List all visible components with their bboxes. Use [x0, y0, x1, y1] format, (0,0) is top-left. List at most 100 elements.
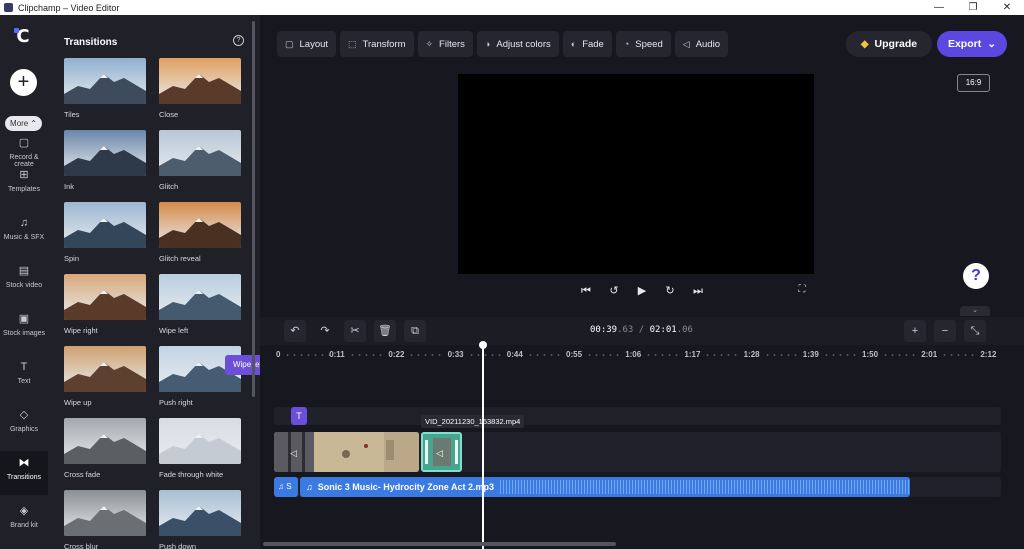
editor-main: ▢ Layout ⬚ Transform ✧ Filters ◑ Adjust colors ◐…: [260, 15, 1024, 549]
music-note-icon: ♫: [278, 482, 284, 491]
transition-spin[interactable]: Spin: [64, 202, 146, 263]
upgrade-button[interactable]: ◆ Upgrade: [846, 31, 932, 57]
transition-cross-fade[interactable]: Cross fade: [64, 418, 146, 479]
mountain-graphic: [159, 434, 241, 464]
speed-button[interactable]: ◔ Speed: [615, 31, 671, 57]
fit-timeline-icon[interactable]: ⤡: [964, 320, 986, 342]
transition-label: Glitch: [159, 182, 179, 191]
layout-button[interactable]: ▢ Layout: [277, 31, 337, 57]
more-toggle[interactable]: More ⌃: [5, 116, 42, 131]
svg-text:◁: ◁: [436, 449, 443, 459]
total-time-frac: .06: [676, 325, 693, 335]
transition-label: Wipe right: [64, 326, 98, 335]
undo-icon[interactable]: ↶: [284, 320, 306, 342]
current-time-frac: .63: [617, 325, 634, 335]
transition-glitch-reveal[interactable]: Glitch reveal: [159, 202, 241, 263]
forward-5-icon[interactable]: ↻: [662, 283, 678, 299]
video-clip-2[interactable]: ◁: [421, 432, 462, 472]
playhead[interactable]: [479, 341, 487, 549]
rail-item-transitions[interactable]: ⧓ Transitions: [0, 451, 48, 495]
audio-clip-short[interactable]: ♫ S: [274, 477, 298, 497]
transition-cross-blur[interactable]: Cross blur: [64, 490, 146, 549]
video-preview[interactable]: [458, 74, 814, 274]
transform-button[interactable]: ⬚ Transform: [340, 31, 414, 57]
help-bubble[interactable]: ?: [963, 263, 989, 289]
close-button[interactable]: ✕: [990, 0, 1024, 15]
duplicate-icon[interactable]: ⧉: [404, 320, 426, 342]
panel-title: Transitions: [64, 37, 118, 48]
adjust-colors-button[interactable]: ◑ Adjust colors: [476, 31, 559, 57]
ruler-tick-label: 1:39: [802, 350, 819, 359]
app-icon: [4, 3, 13, 12]
redo-icon[interactable]: ↷: [314, 320, 336, 342]
fullscreen-icon[interactable]: ⛶: [795, 283, 809, 297]
ruler-tick-label: 2:12: [980, 350, 997, 359]
templates-icon: ⊞: [19, 169, 29, 181]
transition-label: Glitch reveal: [159, 254, 201, 263]
audio-waveform: [500, 480, 910, 494]
rail-item-label: Music & SFX: [3, 234, 45, 241]
transition-wipe-left[interactable]: Wipe left: [159, 274, 241, 335]
audio-button[interactable]: ◁ Audio: [674, 31, 728, 57]
transition-label: Cross fade: [64, 470, 101, 479]
transition-tiles[interactable]: Tiles: [64, 58, 146, 119]
maximize-button[interactable]: ❐: [956, 0, 990, 15]
filters-button[interactable]: ✧ Filters: [417, 31, 473, 57]
skip-forward-icon[interactable]: ⏭: [690, 283, 706, 299]
rail-item-templates[interactable]: ⊞ Templates: [0, 163, 48, 207]
transition-wipe-right[interactable]: Wipe right: [64, 274, 146, 335]
more-label: More: [10, 119, 29, 128]
left-rail: C + More ⌃ ▢ Record & create ⊞ Templates ♫ Mus…: [0, 15, 48, 549]
ruler-tick-label: 0:33: [447, 350, 464, 359]
rail-item-stock-video[interactable]: ▤ Stock video: [0, 259, 48, 303]
collapse-preview-handle[interactable]: ⌄: [960, 306, 990, 316]
upgrade-label: Upgrade: [874, 38, 918, 50]
transition-glitch[interactable]: Glitch: [159, 130, 241, 191]
playback-controls: ⏮ ↺ ▶ ↻ ⏭: [578, 283, 706, 299]
fade-button[interactable]: ◐ Fade: [562, 31, 612, 57]
audio-icon: ◁: [682, 38, 690, 49]
add-media-button[interactable]: +: [10, 69, 37, 96]
rail-item-stock-images[interactable]: ▣ Stock images: [0, 307, 48, 351]
transition-fade-through-white[interactable]: Fade through white: [159, 418, 241, 479]
rail-item-graphics[interactable]: ◇ Graphics: [0, 403, 48, 447]
split-icon[interactable]: ✂: [344, 320, 366, 342]
ruler-tick-label: 1:06: [625, 350, 642, 359]
audio-clip[interactable]: ♫ Sonic 3 Music- Hydrocity Zone Act 2.mp…: [300, 477, 910, 497]
help-icon[interactable]: ?: [233, 35, 244, 46]
timeline-ruler[interactable]: 0 0:11 0:22 0:33 0:44 0:55 1:06 1:17 1:28 1:39 1:5…: [260, 345, 1024, 367]
app-window: Clipchamp – Video Editor — ❐ ✕ C + More ⌃…: [0, 0, 1024, 549]
skip-back-icon[interactable]: ⏮: [578, 283, 594, 299]
toolbar-button-label: Layout: [299, 38, 329, 50]
video-clip-1-frames: ◁: [274, 432, 419, 472]
panel-scrollbar[interactable]: [252, 21, 255, 397]
video-clip-1[interactable]: ◁: [274, 432, 419, 472]
play-icon[interactable]: ▶: [634, 283, 650, 299]
total-time: 02:01: [649, 325, 677, 335]
zoom-in-icon[interactable]: +: [904, 320, 926, 342]
transition-wipe-up[interactable]: Wipe up: [64, 346, 146, 407]
transition-label: Wipe up: [64, 398, 92, 407]
aspect-ratio-button[interactable]: 16:9: [957, 74, 990, 92]
zoom-out-icon[interactable]: −: [934, 320, 956, 342]
minimize-button[interactable]: —: [922, 0, 956, 15]
text-clip[interactable]: T: [291, 407, 307, 425]
ruler-tick-label: 0:11: [329, 350, 345, 359]
rewind-5-icon[interactable]: ↺: [606, 283, 622, 299]
rail-item-text[interactable]: T Text: [0, 355, 48, 399]
transition-push-down[interactable]: Push down: [159, 490, 241, 549]
rail-item-brand-kit[interactable]: ◈ Brand kit: [0, 499, 48, 543]
rail-item-music-sfx[interactable]: ♫ Music & SFX: [0, 211, 48, 255]
mountain-graphic: [64, 146, 146, 176]
clip-name-tooltip: VID_20211230_153832.mp4: [421, 415, 525, 428]
timeline-scrollbar[interactable]: [263, 542, 616, 546]
transition-thumbnail: [159, 490, 241, 536]
transition-close[interactable]: Close: [159, 58, 241, 119]
clipchamp-logo: C: [12, 26, 34, 48]
ruler-tick-label: 0:55: [566, 350, 583, 359]
export-label: Export: [947, 38, 982, 50]
transition-ink[interactable]: Ink: [64, 130, 146, 191]
delete-icon[interactable]: 🗑: [374, 320, 396, 342]
mountain-graphic: [64, 362, 146, 392]
export-button[interactable]: Export ⌄: [937, 31, 1007, 57]
